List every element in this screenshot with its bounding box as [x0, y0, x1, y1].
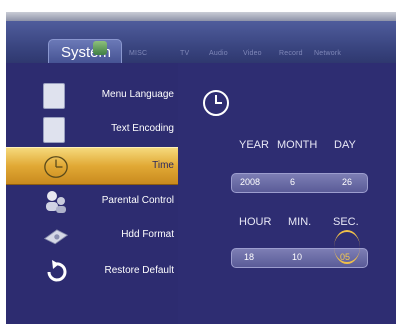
menu-item-label: Text Encoding	[111, 123, 174, 134]
header-bar: System MISC TV Audio Video Record Networ…	[6, 21, 396, 69]
menu-item-label: Time	[152, 160, 174, 171]
top-strip	[6, 12, 396, 21]
book-icon	[43, 83, 65, 109]
menu-item-restore-default[interactable]: Restore Default	[6, 253, 178, 289]
day-header: DAY	[334, 139, 356, 151]
menu-item-label: Menu Language	[101, 89, 174, 100]
clock-icon	[44, 156, 68, 178]
menu-item-time[interactable]: Time	[6, 147, 178, 185]
tab-tv[interactable]: TV	[180, 50, 189, 57]
settings-screen: System MISC TV Audio Video Record Networ…	[6, 12, 396, 324]
tab-audio[interactable]: Audio	[209, 50, 228, 57]
document-icon	[43, 117, 65, 143]
hour-value[interactable]: 18	[244, 252, 254, 262]
clock-icon	[203, 90, 229, 116]
menu-item-menu-language[interactable]: Menu Language	[6, 77, 178, 113]
hard-drive-icon	[43, 229, 69, 245]
year-header: YEAR	[239, 139, 269, 151]
date-field[interactable]: 2008 6 26	[231, 173, 368, 193]
content-area: Menu Language Text Encoding Time Parenta…	[6, 63, 396, 324]
menu-item-label: Hdd Format	[121, 229, 174, 240]
system-icon	[93, 41, 107, 55]
people-icon	[46, 191, 66, 213]
menu-item-parental-control[interactable]: Parental Control	[6, 183, 178, 219]
day-value[interactable]: 26	[342, 177, 352, 187]
tab-misc[interactable]: MISC	[129, 50, 147, 57]
menu-item-label: Restore Default	[104, 265, 174, 276]
selection-ring	[334, 230, 360, 264]
tab-network[interactable]: Network	[314, 50, 341, 57]
hour-header: HOUR	[239, 216, 272, 228]
month-header: MONTH	[277, 139, 318, 151]
menu-item-label: Parental Control	[101, 195, 174, 206]
month-value[interactable]: 6	[290, 177, 295, 187]
restore-icon	[47, 260, 67, 282]
tab-video[interactable]: Video	[243, 50, 262, 57]
tab-record[interactable]: Record	[279, 50, 303, 57]
settings-menu: Menu Language Text Encoding Time Parenta…	[6, 63, 178, 324]
menu-item-text-encoding[interactable]: Text Encoding	[6, 111, 178, 147]
sec-header: SEC.	[333, 216, 359, 228]
year-value[interactable]: 2008	[240, 177, 260, 187]
menu-item-hdd-format[interactable]: Hdd Format	[6, 217, 178, 253]
min-value[interactable]: 10	[292, 252, 302, 262]
min-header: MIN.	[288, 216, 312, 228]
